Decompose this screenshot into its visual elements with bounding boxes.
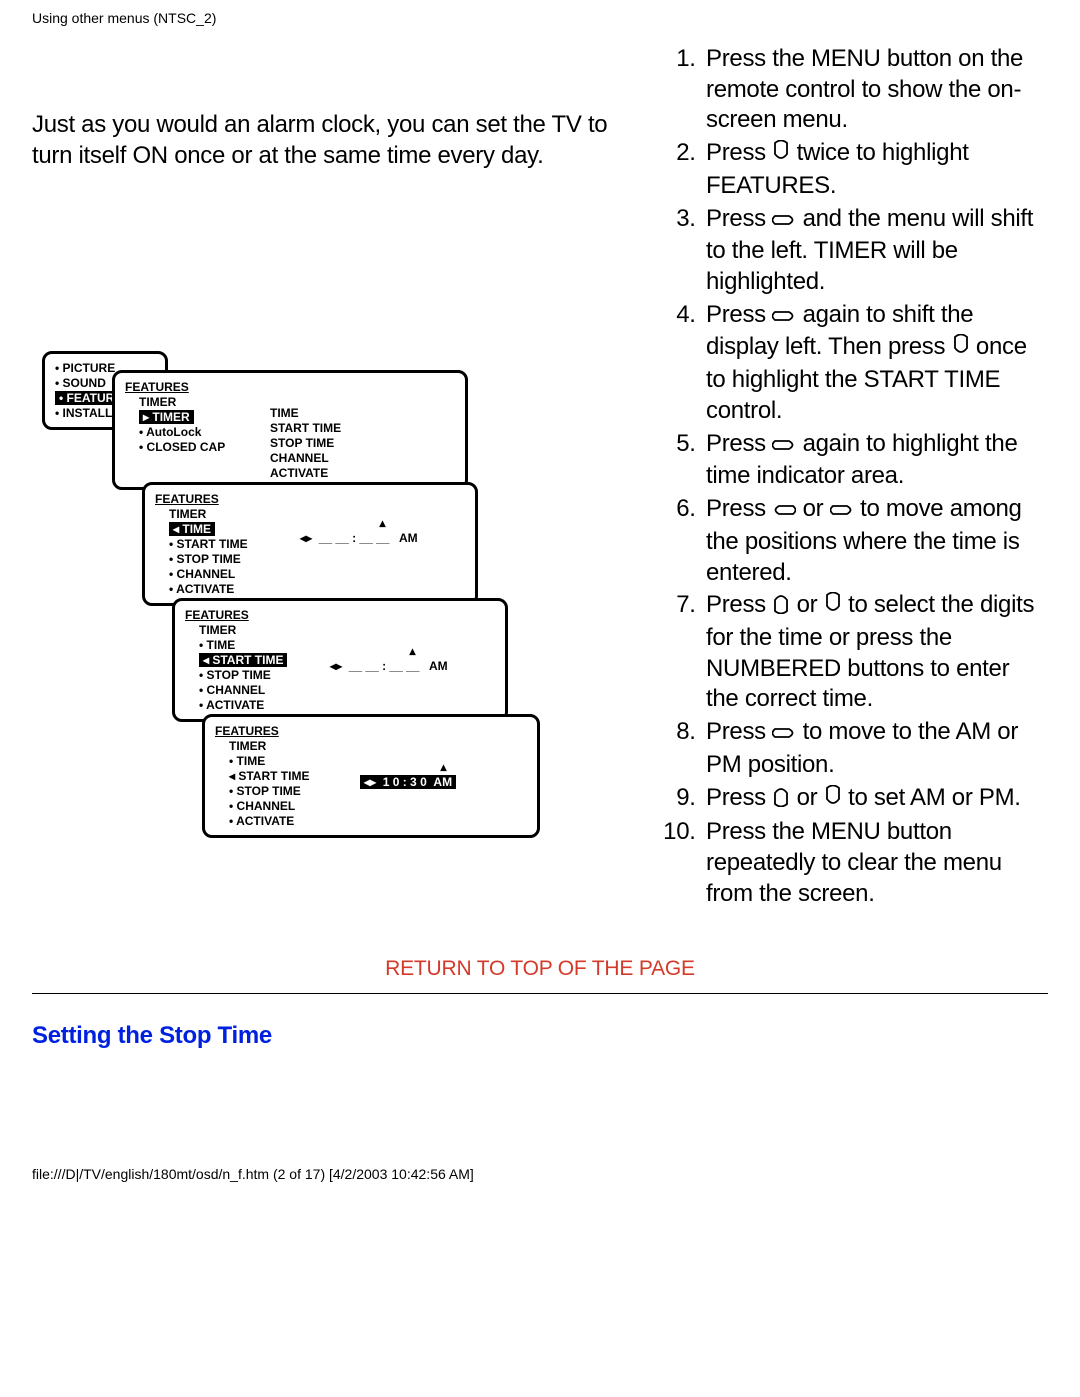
osd-screen-4: FEATURES TIMER • TIME ◂ START TIME • STO… — [172, 598, 508, 722]
down-icon — [952, 334, 970, 365]
step-9: Press or to set AM or PM. — [702, 783, 1048, 816]
step-10: Press the MENU button repeatedly to clea… — [702, 817, 1048, 909]
step-9c: to set AM or PM. — [842, 784, 1021, 811]
divider — [32, 993, 1048, 994]
step-5: Press again to highlight the time indica… — [702, 429, 1048, 492]
step-9b: or — [790, 784, 823, 811]
osd-screen-5: FEATURES TIMER • TIME ◂ START TIME • STO… — [202, 714, 540, 838]
section-heading-stop-time: Setting the Stop Time — [0, 1014, 1080, 1058]
left-icon — [772, 496, 796, 527]
right-icon — [772, 431, 796, 462]
step-6: Press or to move among the positions whe… — [702, 494, 1048, 588]
osd-screen-3: FEATURES TIMER ◂ TIME • START TIME • STO… — [142, 482, 478, 606]
down-icon — [772, 140, 790, 171]
osd-menu-illustration: • PICTURE • SOUND • FEATURES • INSTALL F… — [42, 351, 630, 838]
left-column: Just as you would an alarm clock, you ca… — [32, 34, 630, 830]
step-9a: Press — [706, 784, 772, 811]
up-icon — [772, 592, 790, 623]
step-6b: or — [796, 495, 829, 522]
step-6a: Press — [706, 495, 772, 522]
step-3a: Press — [706, 205, 772, 232]
step-7: Press or to select the digits for the ti… — [702, 590, 1048, 715]
right-icon — [772, 302, 796, 333]
right-icon — [772, 719, 796, 750]
osd-screen-2: FEATURES TIMER ▸ TIMER • AutoLock • CLOS… — [112, 370, 468, 490]
right-icon — [830, 496, 854, 527]
down-icon — [824, 785, 842, 816]
step-4: Press again to shift the display left. T… — [702, 300, 1048, 427]
step-4a: Press — [706, 301, 772, 328]
step-8a: Press — [706, 718, 772, 745]
step-3: Press and the menu will shift to the lef… — [702, 204, 1048, 298]
step-1: Press the MENU button on the remote cont… — [702, 44, 1048, 136]
footer-path: file:///D|/TV/english/180mt/osd/n_f.htm … — [0, 1158, 1080, 1194]
step-2: Press twice to highlight FEATURES. — [702, 138, 1048, 201]
step-2a: Press — [706, 139, 772, 166]
instruction-steps: Press the MENU button on the remote cont… — [660, 34, 1048, 933]
step-7b: or — [790, 591, 823, 618]
down-icon — [824, 592, 842, 623]
step-8: Press to move to the AM or PM position. — [702, 717, 1048, 780]
breadcrumb: Using other menus (NTSC_2) — [0, 0, 1080, 34]
right-icon — [772, 206, 796, 237]
up-icon — [772, 785, 790, 816]
step-5a: Press — [706, 430, 772, 457]
step-7a: Press — [706, 591, 772, 618]
return-to-top-link[interactable]: RETURN TO TOP OF THE PAGE — [0, 957, 1080, 981]
intro-text: Just as you would an alarm clock, you ca… — [32, 109, 630, 171]
